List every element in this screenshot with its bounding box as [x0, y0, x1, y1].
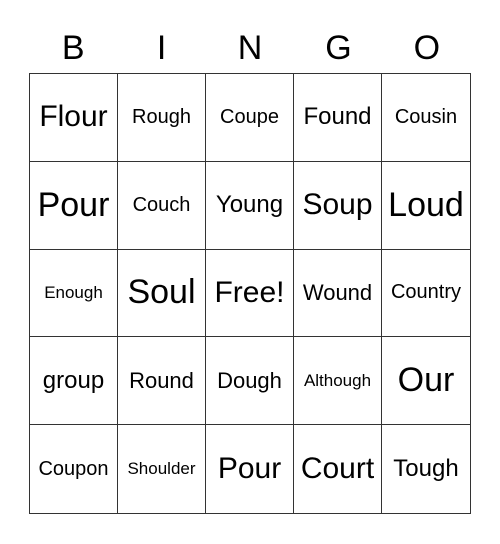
bingo-cell: Round [118, 337, 206, 426]
bingo-header: B I N G O [29, 26, 471, 70]
bingo-cell: group [30, 337, 118, 426]
bingo-cell: Found [294, 74, 382, 162]
bingo-cell: Pour [206, 425, 294, 513]
bingo-cell: Dough [206, 337, 294, 426]
bingo-cell: Enough [30, 249, 118, 338]
bingo-grid: Flour Rough Coupe Found Cousin Pour Couc… [29, 73, 471, 514]
bingo-cell: Court [294, 425, 382, 513]
header-letter-g: G [325, 29, 352, 67]
bingo-cell: Couch [118, 161, 206, 250]
bingo-cell: Cousin [382, 74, 470, 162]
bingo-cell: Tough [393, 455, 459, 483]
header-letter-n: N [237, 29, 263, 67]
free-space-cell: Free! [206, 249, 294, 338]
bingo-cell: Loud [382, 162, 470, 250]
header-letter-b: B [61, 29, 85, 67]
bingo-cell: Young [206, 161, 294, 250]
header-letter-o: O [413, 29, 441, 67]
bingo-cell: Although [294, 337, 382, 426]
bingo-cell: Soup [294, 161, 382, 250]
bingo-cell: Flour [30, 74, 118, 162]
bingo-cell: Rough [118, 74, 206, 162]
bingo-cell: Coupe [206, 74, 294, 162]
bingo-cell: Country [382, 250, 470, 338]
bingo-cell: Pour [30, 161, 118, 250]
bingo-cell: Coupon [30, 425, 118, 513]
bingo-cell: Soul [118, 249, 206, 338]
bingo-cell: Our [382, 337, 470, 426]
header-letter-i: I [156, 29, 167, 67]
bingo-cell: Shoulder [118, 425, 206, 513]
bingo-cell: Wound [294, 249, 382, 338]
